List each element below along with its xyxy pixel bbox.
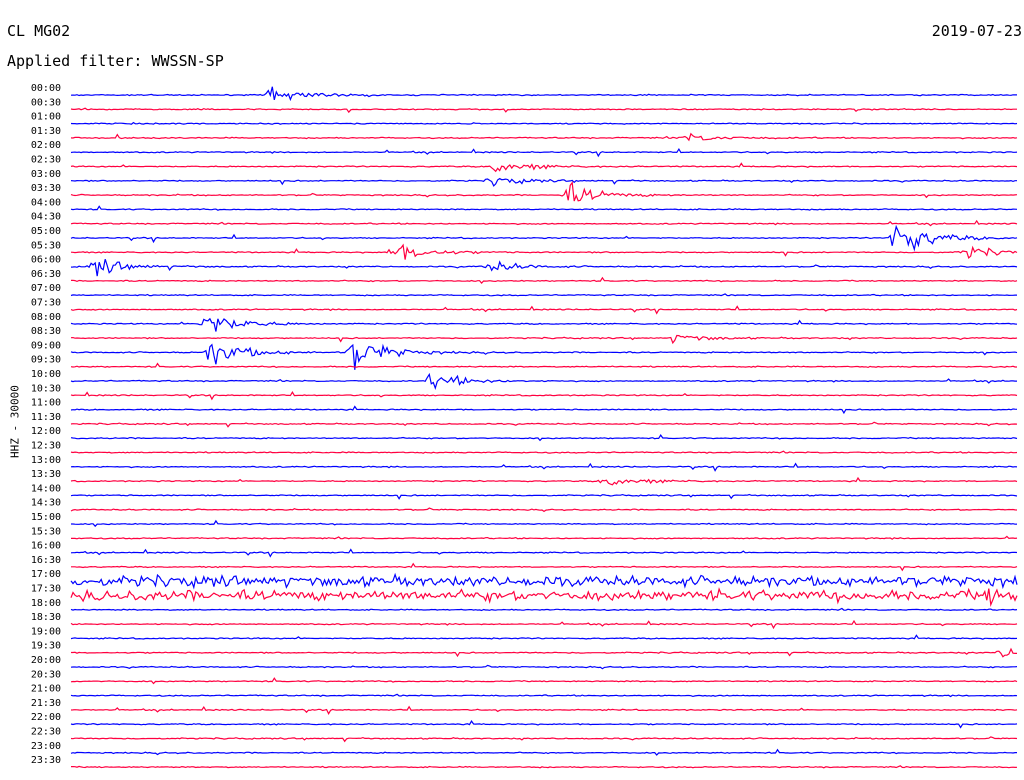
- trace-line: [70, 450, 1018, 454]
- trace-line: [71, 562, 1018, 572]
- row-label: 17:00: [31, 569, 61, 580]
- trace-line: [70, 421, 1018, 428]
- row-label: 09:30: [31, 355, 61, 366]
- trace-line: [71, 535, 1018, 540]
- trace-line: [70, 434, 1018, 442]
- row-label: 07:30: [31, 298, 61, 309]
- row-label: 19:30: [31, 641, 61, 652]
- row-label: 10:00: [31, 369, 61, 380]
- row-label: 13:00: [31, 455, 61, 466]
- trace-line: [70, 619, 1018, 630]
- trace-line: [70, 405, 1018, 415]
- trace-line: [70, 372, 1017, 391]
- trace-line: [70, 507, 1018, 513]
- trace-line: [70, 607, 1018, 612]
- trace-line: [70, 664, 1018, 670]
- row-label: 00:00: [31, 83, 61, 94]
- trace-line: [70, 224, 1018, 252]
- row-label: 05:00: [31, 226, 61, 237]
- trace-line: [70, 317, 1018, 332]
- row-label: 21:30: [31, 698, 61, 709]
- trace-line: [70, 177, 1017, 187]
- trace-line: [70, 736, 1018, 743]
- trace-line: [70, 705, 1018, 715]
- trace-line: [71, 765, 1018, 769]
- row-label: 04:00: [31, 197, 61, 208]
- row-label: 01:30: [31, 126, 61, 137]
- row-label: 16:00: [31, 541, 61, 552]
- trace-line: [71, 647, 1017, 658]
- trace-line: [70, 462, 1018, 472]
- row-label: 23:00: [31, 741, 61, 752]
- trace-line: [71, 519, 1018, 528]
- trace-line: [70, 391, 1018, 401]
- row-label: 14:30: [31, 498, 61, 509]
- row-label: 20:30: [31, 669, 61, 680]
- row-label: 02:00: [31, 140, 61, 151]
- trace-line: [70, 147, 1018, 158]
- row-label: 10:30: [31, 383, 61, 394]
- row-label: 13:30: [31, 469, 61, 480]
- row-label: 03:30: [31, 183, 61, 194]
- row-label: 16:30: [31, 555, 61, 566]
- row-label: 21:00: [31, 684, 61, 695]
- row-label: 18:00: [31, 598, 61, 609]
- row-label: 01:00: [31, 112, 61, 123]
- trace-line: [70, 86, 1017, 102]
- trace-line: [70, 572, 1018, 590]
- row-label: 04:30: [31, 212, 61, 223]
- row-label: 11:30: [31, 412, 61, 423]
- trace-line: [70, 493, 1018, 500]
- row-label: 17:30: [31, 584, 61, 595]
- trace-line: [70, 121, 1018, 125]
- row-label: 08:30: [31, 326, 61, 337]
- trace-line: [70, 276, 1018, 285]
- row-label: 06:00: [31, 255, 61, 266]
- helicorder-plot: 00:00 00:30 01:00 01:30 02:00 02:30 03:00 03:30…: [31, 83, 1018, 769]
- row-label: 19:00: [31, 626, 61, 637]
- trace-line: [70, 293, 1017, 297]
- trace-line: [70, 259, 1018, 277]
- trace-line: [70, 219, 1018, 227]
- row-label: 02:30: [31, 155, 61, 166]
- row-label: 14:00: [31, 483, 61, 494]
- trace-line: [70, 107, 1017, 114]
- trace-line: [70, 748, 1017, 756]
- trace-line: [70, 587, 1018, 608]
- trace-line: [70, 362, 1017, 369]
- trace-line: [70, 162, 1018, 173]
- row-label: 08:00: [31, 312, 61, 323]
- row-label: 09:00: [31, 340, 61, 351]
- row-label: 11:00: [31, 398, 61, 409]
- trace-line: [70, 693, 1018, 698]
- trace-line: [70, 305, 1018, 315]
- row-label: 06:30: [31, 269, 61, 280]
- trace-line: [70, 677, 1018, 685]
- trace-line: [70, 634, 1018, 640]
- row-label: 05:30: [31, 240, 61, 251]
- row-label: 03:00: [31, 169, 61, 180]
- trace-line: [70, 548, 1018, 558]
- row-label: 23:30: [31, 755, 61, 766]
- trace-line: [70, 243, 1018, 260]
- row-label: 12:30: [31, 441, 61, 452]
- row-label: 22:00: [31, 712, 61, 723]
- trace-line: [70, 181, 1018, 202]
- row-label: 22:30: [31, 727, 61, 738]
- row-label: 12:00: [31, 426, 61, 437]
- row-label: 15:00: [31, 512, 61, 523]
- trace-line: [70, 719, 1018, 729]
- row-label: 18:30: [31, 612, 61, 623]
- row-label: 20:00: [31, 655, 61, 666]
- row-label: 15:30: [31, 526, 61, 537]
- trace-line: [70, 132, 1018, 142]
- row-label: 07:00: [31, 283, 61, 294]
- trace-line: [70, 205, 1018, 211]
- trace-line: [70, 476, 1018, 486]
- row-label: 00:30: [31, 97, 61, 108]
- trace-line: [70, 334, 1018, 345]
